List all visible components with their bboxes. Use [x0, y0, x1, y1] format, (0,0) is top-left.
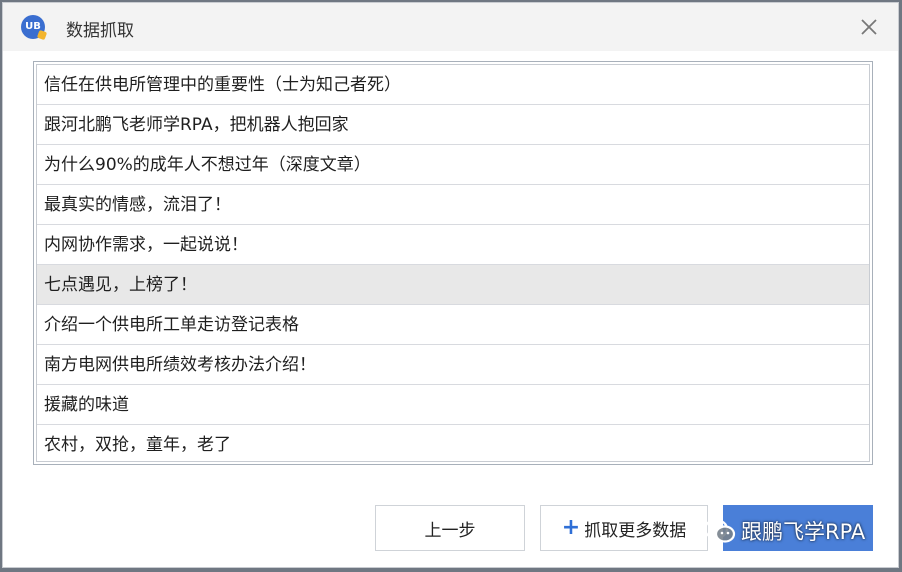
list-item[interactable]: 介绍一个供电所工单走访登记表格: [37, 305, 869, 345]
list-item[interactable]: 南方电网供电所绩效考核办法介绍！: [37, 345, 869, 385]
capture-more-data-button[interactable]: + 抓取更多数据: [540, 505, 708, 551]
list-item[interactable]: 为什么90%的成年人不想过年（深度文章）: [37, 145, 869, 185]
plus-icon: +: [561, 515, 581, 540]
app-logo-icon: UB: [21, 15, 45, 39]
list-item[interactable]: 最真实的情感，流泪了！: [37, 185, 869, 225]
close-icon: [861, 19, 877, 35]
window-title: 数据抓取: [66, 21, 134, 41]
title-bar: UB 数据抓取: [3, 3, 898, 51]
list-item[interactable]: 内网协作需求，一起说说！: [37, 225, 869, 265]
close-button[interactable]: [852, 11, 886, 43]
primary-button[interactable]: [723, 505, 873, 551]
previous-step-button[interactable]: 上一步: [375, 505, 525, 551]
list-item[interactable]: 援藏的味道: [37, 385, 869, 425]
capture-more-data-label: 抓取更多数据: [584, 520, 687, 541]
list-item[interactable]: 信任在供电所管理中的重要性（士为知己者死）: [37, 65, 869, 105]
data-list[interactable]: 信任在供电所管理中的重要性（士为知己者死） 跟河北鹏飞老师学RPA，把机器人抱回家…: [33, 61, 873, 465]
data-capture-dialog: UB 数据抓取 信任在供电所管理中的重要性（士为知己者死） 跟河北鹏飞老师学RPA…: [2, 2, 899, 568]
data-list-body: 信任在供电所管理中的重要性（士为知己者死） 跟河北鹏飞老师学RPA，把机器人抱回家…: [36, 64, 870, 462]
list-item[interactable]: 跟河北鹏飞老师学RPA，把机器人抱回家: [37, 105, 869, 145]
previous-step-label: 上一步: [424, 520, 476, 541]
list-item[interactable]: 七点遇见，上榜了！: [37, 265, 869, 305]
list-item[interactable]: 农村，双抢，童年，老了: [37, 425, 869, 461]
